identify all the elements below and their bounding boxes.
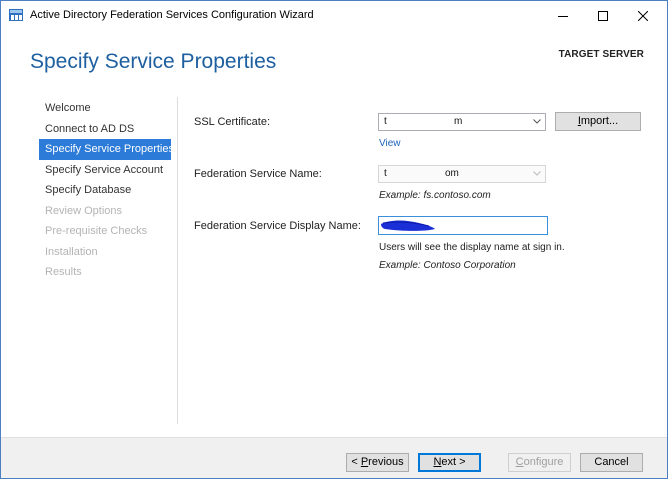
display-name-input[interactable] xyxy=(378,216,548,235)
title-bar: Active Directory Federation Services Con… xyxy=(1,1,667,30)
nav-step-connect-to-ad-ds[interactable]: Connect to AD DS xyxy=(39,119,171,140)
import-button[interactable]: Import... xyxy=(555,112,641,131)
federation-service-name-value-start: t xyxy=(384,168,387,179)
chevron-down-icon xyxy=(533,171,541,176)
maximize-button[interactable] xyxy=(583,1,623,30)
ssl-certificate-select[interactable]: t m xyxy=(378,113,546,131)
federation-service-name-example: Example: fs.contoso.com xyxy=(379,190,491,201)
display-name-label: Federation Service Display Name: xyxy=(194,220,361,232)
nav-step-welcome[interactable]: Welcome xyxy=(39,98,171,119)
wizard-footer: < Previous Next > Configure Cancel xyxy=(1,437,667,478)
import-button-label: mport... xyxy=(580,115,619,127)
adfs-app-icon xyxy=(9,9,23,21)
page-title: Specify Service Properties xyxy=(30,50,277,73)
display-name-example: Example: Contoso Corporation xyxy=(379,260,516,271)
nav-step-pre-requisite-checks: Pre-requisite Checks xyxy=(45,225,148,237)
target-server-label: TARGET SERVER xyxy=(558,49,644,60)
next-button[interactable]: Next > xyxy=(418,453,481,472)
ssl-certificate-value-end: m xyxy=(454,116,463,127)
close-button[interactable] xyxy=(623,1,663,30)
minimize-button[interactable] xyxy=(543,1,583,30)
view-certificate-link[interactable]: View xyxy=(379,138,401,149)
display-name-help-text: Users will see the display name at sign … xyxy=(379,242,565,253)
cancel-button[interactable]: Cancel xyxy=(580,453,643,472)
window-title: Active Directory Federation Services Con… xyxy=(30,9,314,21)
ssl-certificate-value-start: t xyxy=(384,116,387,127)
federation-service-name-value-end: om xyxy=(445,168,459,179)
federation-service-name-select[interactable]: t om xyxy=(378,165,546,183)
ssl-certificate-label: SSL Certificate: xyxy=(194,116,271,128)
wizard-window: Active Directory Federation Services Con… xyxy=(0,0,668,479)
nav-step-specify-service-account[interactable]: Specify Service Account xyxy=(39,160,171,181)
maximize-icon xyxy=(598,10,608,21)
nav-step-results: Results xyxy=(45,266,82,278)
wizard-step-nav: Welcome Connect to AD DS Specify Service P… xyxy=(39,98,174,283)
nav-step-specify-database[interactable]: Specify Database xyxy=(39,180,171,201)
federation-service-name-label: Federation Service Name: xyxy=(194,168,322,180)
nav-step-installation: Installation xyxy=(45,245,98,258)
configure-button[interactable]: Configure xyxy=(508,453,571,472)
nav-step-specify-service-properties[interactable]: Specify Service Properties xyxy=(39,139,174,160)
chevron-down-icon xyxy=(533,119,541,124)
close-icon xyxy=(638,10,648,21)
nav-step-review-options: Review Options xyxy=(45,204,123,217)
previous-button[interactable]: < Previous xyxy=(346,453,409,472)
redaction-scribble xyxy=(381,220,435,231)
minimize-icon xyxy=(558,15,568,17)
nav-divider xyxy=(177,97,178,424)
